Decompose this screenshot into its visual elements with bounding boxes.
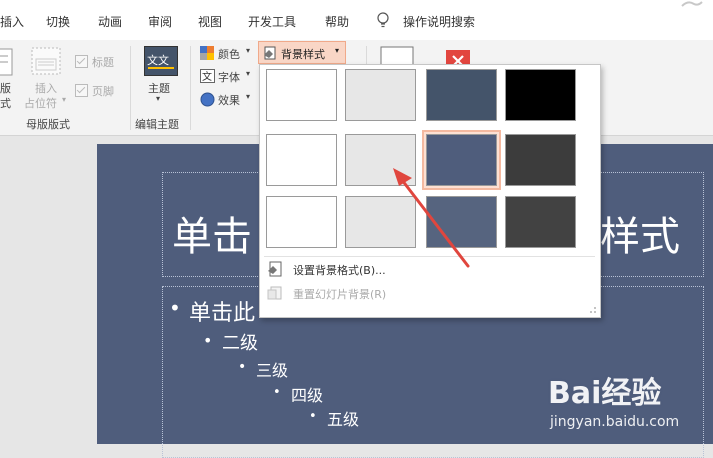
title-checkbox[interactable]: [75, 55, 88, 68]
colors-button[interactable]: 颜色: [218, 46, 240, 62]
background-style-swatch[interactable]: [426, 134, 497, 186]
chevron-down-icon: ▾: [246, 46, 251, 55]
background-style-swatch[interactable]: [345, 196, 416, 248]
chevron-down-icon: ▾: [156, 94, 161, 103]
title-checkbox-label: 标题: [92, 56, 114, 69]
chevron-down-icon: ▾: [335, 46, 340, 55]
watermark-url: jingyan.baidu.com: [550, 414, 680, 430]
tab-animations[interactable]: 动画: [98, 13, 122, 30]
background-style-swatch[interactable]: [345, 69, 416, 121]
layout-label[interactable]: 版: [0, 80, 11, 96]
bullet-icon: •: [203, 331, 213, 350]
fonts-icon: 文: [200, 69, 215, 83]
background-styles-icon: [264, 46, 276, 60]
background-styles-dropdown: 设置背景格式(B)... 重置幻灯片背景(R): [259, 64, 601, 318]
title-text-right: 样式: [600, 214, 680, 260]
partial-icon: [681, 1, 703, 7]
footer-checkbox-label: 页脚: [92, 85, 114, 98]
background-style-swatch[interactable]: [266, 134, 337, 186]
lightbulb-icon: [377, 12, 389, 28]
svg-text:文: 文: [202, 70, 212, 83]
ribbon-divider: [130, 46, 131, 130]
effects-icon: [200, 92, 215, 107]
tab-view[interactable]: 视图: [198, 13, 222, 30]
level2-text: 二级: [222, 333, 258, 354]
background-style-swatch[interactable]: [505, 69, 576, 121]
menu-separator: [264, 256, 595, 257]
tell-me-search[interactable]: 操作说明搜索: [403, 13, 475, 30]
background-style-swatch[interactable]: [426, 196, 497, 248]
tab-insert[interactable]: 插入: [0, 13, 24, 30]
tab-review[interactable]: 审阅: [148, 13, 172, 30]
background-style-swatch[interactable]: [345, 134, 416, 186]
level1-text: 单击此: [189, 301, 256, 326]
bullet-icon: •: [273, 385, 281, 400]
format-background-item[interactable]: 设置背景格式(B)...: [293, 262, 386, 278]
chevron-down-icon: ▾: [62, 95, 67, 104]
background-style-swatch[interactable]: [426, 69, 497, 121]
chevron-down-icon: ▾: [246, 92, 251, 101]
theme-icon[interactable]: 文文: [144, 46, 178, 76]
bullet-icon: •: [169, 296, 181, 320]
insert-placeholder-label[interactable]: 插入: [35, 80, 57, 96]
menu-bar: 插入 切换 动画 审阅 视图 开发工具 帮助 操作说明搜索: [0, 0, 713, 41]
background-style-swatch[interactable]: [266, 69, 337, 121]
baidu-jingyan-watermark: Bai经验 jingyan.baidu.com: [548, 366, 708, 440]
background-style-swatch[interactable]: [266, 196, 337, 248]
bullet-icon: •: [238, 359, 247, 375]
chevron-down-icon: ▾: [246, 69, 251, 78]
background-styles-button[interactable]: 背景样式 ▾: [258, 41, 346, 64]
group-master-layout: 母版版式: [26, 118, 70, 131]
watermark-brand: Bai经验: [548, 376, 662, 411]
resize-grip-icon[interactable]: [589, 306, 597, 314]
ribbon-divider: [190, 46, 191, 130]
insert-placeholder-label-2[interactable]: 占位符: [24, 95, 57, 111]
title-text-left: 单击: [172, 214, 252, 260]
layout-label-2[interactable]: 式: [0, 95, 11, 111]
effects-button[interactable]: 效果: [218, 92, 240, 108]
tab-transitions[interactable]: 切换: [46, 13, 70, 30]
reset-background-item[interactable]: 重置幻灯片背景(R): [293, 286, 386, 302]
layout-icon: [0, 48, 13, 76]
level3-text: 三级: [256, 361, 289, 380]
group-edit-theme: 编辑主题: [135, 118, 179, 131]
bullet-icon: •: [309, 409, 317, 424]
insert-placeholder-icon: [31, 47, 61, 75]
format-background-icon: [268, 261, 282, 277]
background-style-swatch[interactable]: [505, 196, 576, 248]
footer-checkbox[interactable]: [75, 84, 88, 97]
colors-icon: [200, 46, 214, 60]
fonts-button[interactable]: 字体: [218, 69, 240, 85]
level5-text: 五级: [327, 410, 360, 429]
level4-text: 四级: [291, 386, 324, 405]
tab-developer[interactable]: 开发工具: [248, 13, 296, 30]
tab-help[interactable]: 帮助: [325, 13, 349, 30]
reset-background-icon: [267, 286, 282, 300]
background-style-swatch[interactable]: [505, 134, 576, 186]
